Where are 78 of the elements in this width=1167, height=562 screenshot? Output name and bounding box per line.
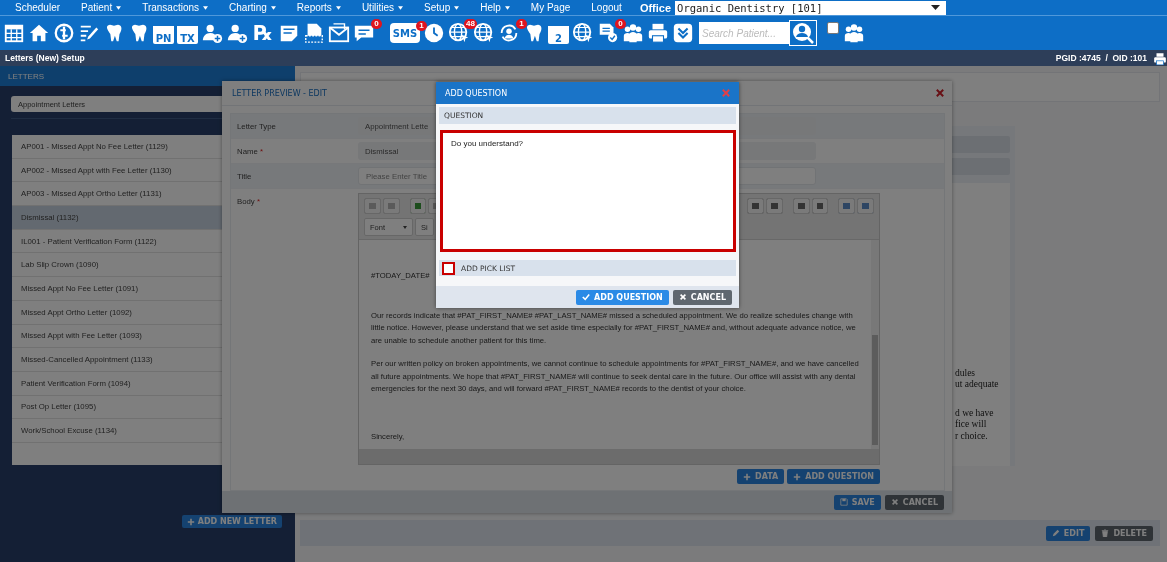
editor-tool-button[interactable] xyxy=(747,198,765,214)
insert-button[interactable]: ADD QUESTION xyxy=(787,469,880,484)
letter-text: ut adequate xyxy=(955,379,1000,391)
add-question-button[interactable]: ADD QUESTION xyxy=(576,289,669,305)
printer-icon[interactable] xyxy=(647,21,669,45)
menu-item[interactable]: Transactions xyxy=(142,2,209,13)
menu-item[interactable]: Setup xyxy=(424,2,460,13)
notification-badge: 0 xyxy=(371,19,382,29)
letter-text: r choice. xyxy=(955,430,989,442)
menu-item[interactable]: Logout xyxy=(591,2,622,13)
office-select[interactable]: Organic Dentistry [101] xyxy=(675,0,947,15)
check-icon xyxy=(582,293,591,301)
caret-icon xyxy=(398,5,404,10)
checklist-icon[interactable] xyxy=(597,21,619,45)
toolbar-button[interactable]: SMS xyxy=(390,23,420,43)
menu-item[interactable]: Scheduler xyxy=(15,2,61,13)
globe-icon[interactable] xyxy=(473,21,495,45)
menu-item[interactable]: Reports xyxy=(296,2,341,13)
chevron-down-icon[interactable] xyxy=(672,21,694,45)
caret-icon xyxy=(931,5,941,10)
plus-icon xyxy=(743,472,752,481)
edit-button[interactable]: EDIT xyxy=(1045,525,1091,541)
printer-icon[interactable] xyxy=(1153,51,1167,65)
menu-item[interactable]: Patient xyxy=(81,2,122,13)
panel-header: LETTERS xyxy=(0,66,295,86)
mail-icon[interactable] xyxy=(328,21,350,45)
caret-icon xyxy=(403,225,407,229)
notification-badge: 0 xyxy=(615,19,626,29)
globe-icon[interactable] xyxy=(572,21,594,45)
checkbox[interactable] xyxy=(442,261,455,275)
caret-icon xyxy=(203,5,209,10)
coin-icon[interactable] xyxy=(53,21,75,45)
cancel-button[interactable]: CANCEL xyxy=(884,494,944,510)
people-icon[interactable] xyxy=(622,21,644,45)
dialog-title: ADD QUESTION xyxy=(445,88,508,98)
pencil-icon xyxy=(1051,529,1060,537)
editor-tool-button[interactable] xyxy=(766,198,783,214)
save-button[interactable]: SAVE xyxy=(833,494,881,510)
group-search-icon[interactable] xyxy=(843,21,865,45)
plus-icon xyxy=(793,472,802,481)
menu-item[interactable]: My Page xyxy=(530,2,571,13)
trash-icon xyxy=(1101,529,1110,537)
add-letter-button[interactable]: ADD NEW LETTER xyxy=(181,515,282,528)
document-icon[interactable] xyxy=(303,21,325,45)
caret-icon xyxy=(335,5,341,10)
notification-badge: 48 xyxy=(464,19,477,29)
id-text: PGID :4745 / OID :101 xyxy=(1055,53,1147,63)
notification-badge: 1 xyxy=(516,19,527,29)
close-icon xyxy=(678,293,687,301)
editor-tool-button[interactable] xyxy=(811,198,829,214)
dialog-title: LETTER PREVIEW - EDIT xyxy=(232,88,327,98)
toolbar-button[interactable]: ℞ xyxy=(251,21,275,45)
question-field[interactable]: Do you understand? xyxy=(440,130,736,252)
user-search-icon[interactable] xyxy=(789,20,817,46)
notification-badge: 1 xyxy=(416,21,427,31)
office-label: Office xyxy=(639,1,672,14)
menu-item[interactable]: Charting xyxy=(229,2,276,13)
clock-icon[interactable] xyxy=(423,21,445,45)
letter-text: dules xyxy=(955,367,977,379)
caret-icon xyxy=(116,5,122,10)
close-icon[interactable] xyxy=(936,89,944,97)
caret-icon xyxy=(454,5,460,10)
save-icon xyxy=(839,498,848,506)
close-icon xyxy=(890,498,899,506)
scrollbar[interactable] xyxy=(871,240,879,449)
menu-item[interactable]: Utilities xyxy=(361,2,404,13)
letter-text: d we have xyxy=(955,407,995,419)
cancel-button[interactable]: CANCEL xyxy=(672,289,732,305)
plus-icon xyxy=(186,517,195,526)
page-title: Letters (New) Setup xyxy=(5,53,85,63)
caret-icon xyxy=(504,5,510,10)
menu-item[interactable]: Help xyxy=(480,2,510,13)
caret-icon xyxy=(270,5,276,10)
letter-text: fice will xyxy=(955,419,988,431)
insert-button[interactable]: DATA xyxy=(737,469,785,484)
editor-tool-button[interactable] xyxy=(792,198,810,214)
checkbox[interactable] xyxy=(827,22,839,34)
delete-button[interactable]: DELETE xyxy=(1095,525,1153,541)
